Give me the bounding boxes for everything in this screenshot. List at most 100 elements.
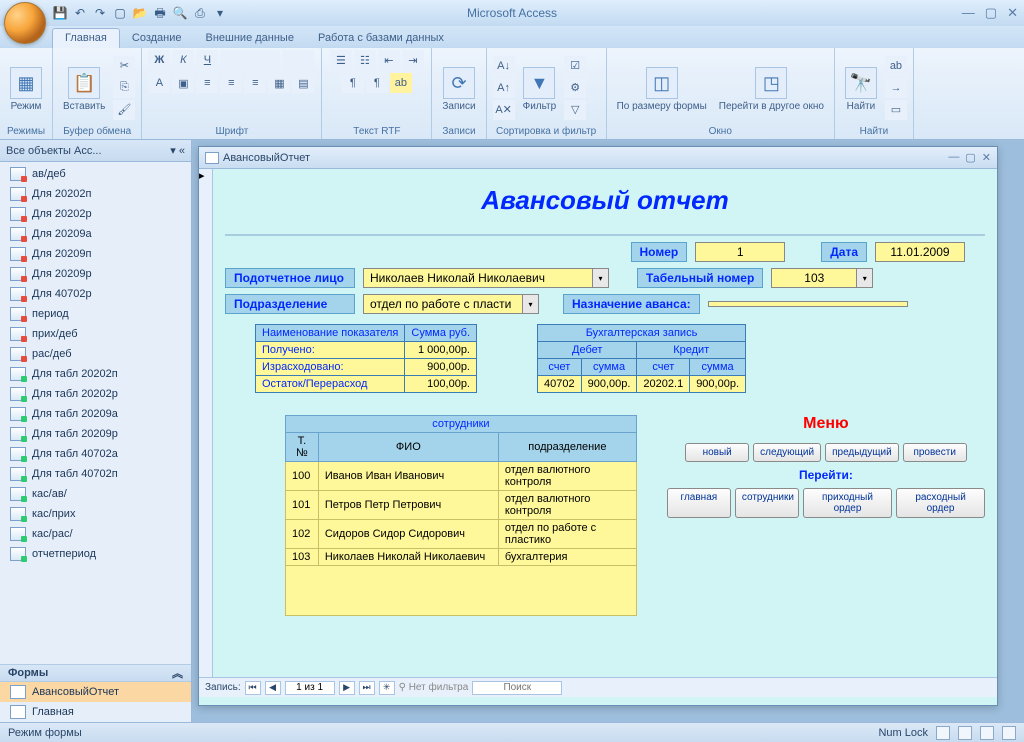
nav-item[interactable]: Для табл 20202п [0, 364, 191, 384]
underline-icon[interactable]: Ч [196, 50, 218, 70]
nav-next-icon[interactable]: ▶ [339, 681, 355, 695]
field-number[interactable]: 1 [695, 242, 785, 262]
menu-button[interactable]: главная [667, 488, 731, 518]
toggle-filter-icon[interactable]: ▽ [564, 100, 586, 120]
close-icon[interactable]: ✕ [1007, 5, 1018, 21]
nav-item[interactable]: рас/деб [0, 344, 191, 364]
new-icon[interactable]: ▢ [112, 5, 128, 21]
sort-desc-icon[interactable]: A↑ [493, 78, 515, 98]
dropdown-dept-icon[interactable]: ▾ [523, 294, 539, 314]
open-icon[interactable]: 📂 [132, 5, 148, 21]
nav-form-item[interactable]: АвансовыйОтчет [0, 682, 191, 702]
altrows-icon[interactable]: ▤ [292, 73, 314, 93]
nav-item[interactable]: Для 20209р [0, 264, 191, 284]
nav-first-icon[interactable]: ⏮ [245, 681, 261, 695]
copy-icon[interactable]: ⎘ [113, 78, 135, 98]
view-layout-icon[interactable] [980, 726, 994, 740]
tab-create[interactable]: Создание [120, 29, 194, 48]
goto-icon[interactable]: → [885, 78, 907, 98]
nav-item[interactable]: Для табл 20202р [0, 384, 191, 404]
indent-inc-icon[interactable]: ⇥ [402, 50, 424, 70]
form-close-icon[interactable]: ✕ [982, 151, 991, 164]
print-icon[interactable]: 🖶 [152, 5, 168, 21]
menu-button[interactable]: новый [685, 443, 749, 462]
nav-item[interactable]: Для табл 40702а [0, 444, 191, 464]
office-button[interactable] [4, 2, 46, 44]
fill-color-icon[interactable]: ▣ [172, 73, 194, 93]
field-person[interactable]: Николаев Николай Николаевич [363, 268, 593, 288]
nav-position[interactable] [285, 681, 335, 695]
nav-item[interactable]: ав/деб [0, 164, 191, 184]
font-color-icon[interactable]: A [148, 73, 170, 93]
replace-icon[interactable]: ab [885, 56, 907, 76]
navpane-list[interactable]: ав/дебДля 20202пДля 20202рДля 20209аДля … [0, 162, 191, 664]
nav-item[interactable]: Для 20209а [0, 224, 191, 244]
nav-item[interactable]: Для 20202р [0, 204, 191, 224]
nav-item[interactable]: кас/ав/ [0, 484, 191, 504]
sort-asc-icon[interactable]: A↓ [493, 56, 515, 76]
size-combo[interactable] [282, 50, 314, 70]
nav-item[interactable]: Для 20202п [0, 184, 191, 204]
field-tabel[interactable]: 103 [771, 268, 857, 288]
save-as-icon[interactable]: ⎙ [192, 5, 208, 21]
italic-icon[interactable]: К [172, 50, 194, 70]
gridlines-icon[interactable]: ▦ [268, 73, 290, 93]
dropdown-person-icon[interactable]: ▾ [593, 268, 609, 288]
table-row[interactable]: 103Николаев Николай Николаевичбухгалтери… [286, 549, 637, 566]
brush-icon[interactable]: 🖌 [113, 100, 135, 120]
maximize-icon[interactable]: ▢ [985, 5, 997, 21]
menu-button[interactable]: сотрудники [735, 488, 799, 518]
advanced-icon[interactable]: ⚙ [564, 78, 586, 98]
menu-button[interactable]: расходный ордер [896, 488, 985, 518]
nav-item[interactable]: Для 40702р [0, 284, 191, 304]
cut-icon[interactable]: ✂ [113, 56, 135, 76]
align-left-icon[interactable]: ≡ [196, 73, 218, 93]
bullets-icon[interactable]: ☰ [330, 50, 352, 70]
switch-window-button[interactable]: ◳ Перейти в другое окно [715, 63, 828, 112]
table-row[interactable]: 100Иванов Иван Ивановичотдел валютного к… [286, 462, 637, 491]
save-icon[interactable]: 💾 [52, 5, 68, 21]
sort-clear-icon[interactable]: A✕ [493, 100, 515, 120]
nav-item[interactable]: Для табл 20209а [0, 404, 191, 424]
view-form-icon[interactable] [936, 726, 950, 740]
form-window-titlebar[interactable]: АвансовыйОтчет — ▢ ✕ [199, 147, 997, 169]
preview-icon[interactable]: 🔍 [172, 5, 188, 21]
select-icon[interactable]: ▭ [885, 100, 907, 120]
bold-icon[interactable]: Ж [148, 50, 170, 70]
nav-search[interactable] [472, 681, 562, 695]
numbering-icon[interactable]: ☷ [354, 50, 376, 70]
minimize-icon[interactable]: — [962, 5, 975, 21]
more-icon[interactable]: ▾ [212, 5, 228, 21]
nav-item[interactable]: период [0, 304, 191, 324]
nav-item[interactable]: кас/прих [0, 504, 191, 524]
field-dept[interactable]: отдел по работе с пласти [363, 294, 523, 314]
nav-new-icon[interactable]: ✳ [379, 681, 395, 695]
nav-prev-icon[interactable]: ◀ [265, 681, 281, 695]
field-date[interactable]: 11.01.2009 [875, 242, 965, 262]
fit-form-button[interactable]: ◫ По размеру формы [613, 63, 711, 112]
ltr-icon[interactable]: ¶ [342, 73, 364, 93]
nav-item[interactable]: Для табл 40702п [0, 464, 191, 484]
menu-button[interactable]: провести [903, 443, 967, 462]
form-minimize-icon[interactable]: — [948, 151, 959, 164]
tab-database[interactable]: Работа с базами данных [306, 29, 456, 48]
undo-icon[interactable]: ↶ [72, 5, 88, 21]
view-button[interactable]: ▦ Режим [6, 63, 46, 112]
table-row[interactable]: 102Сидоров Сидор Сидоровичотдел по работ… [286, 520, 637, 549]
navpane-section-forms[interactable]: Формы ︽ [0, 664, 191, 682]
nav-item[interactable]: отчетпериод [0, 544, 191, 564]
selection-icon[interactable]: ☑ [564, 56, 586, 76]
font-combo[interactable] [220, 50, 280, 70]
redo-icon[interactable]: ↷ [92, 5, 108, 21]
nav-item[interactable]: Для 20209п [0, 244, 191, 264]
paste-button[interactable]: 📋 Вставить [59, 63, 109, 112]
record-selector[interactable]: ▸ [199, 169, 213, 677]
navpane-header[interactable]: Все объекты Acc... ▾ « [0, 140, 191, 162]
menu-button[interactable]: следующий [753, 443, 821, 462]
view-datasheet-icon[interactable] [958, 726, 972, 740]
menu-button[interactable]: приходный ордер [803, 488, 892, 518]
nav-item[interactable]: прих/деб [0, 324, 191, 344]
filter-button[interactable]: ▼ Фильтр [519, 63, 561, 112]
nav-last-icon[interactable]: ⏭ [359, 681, 375, 695]
nav-form-item[interactable]: Главная [0, 702, 191, 722]
